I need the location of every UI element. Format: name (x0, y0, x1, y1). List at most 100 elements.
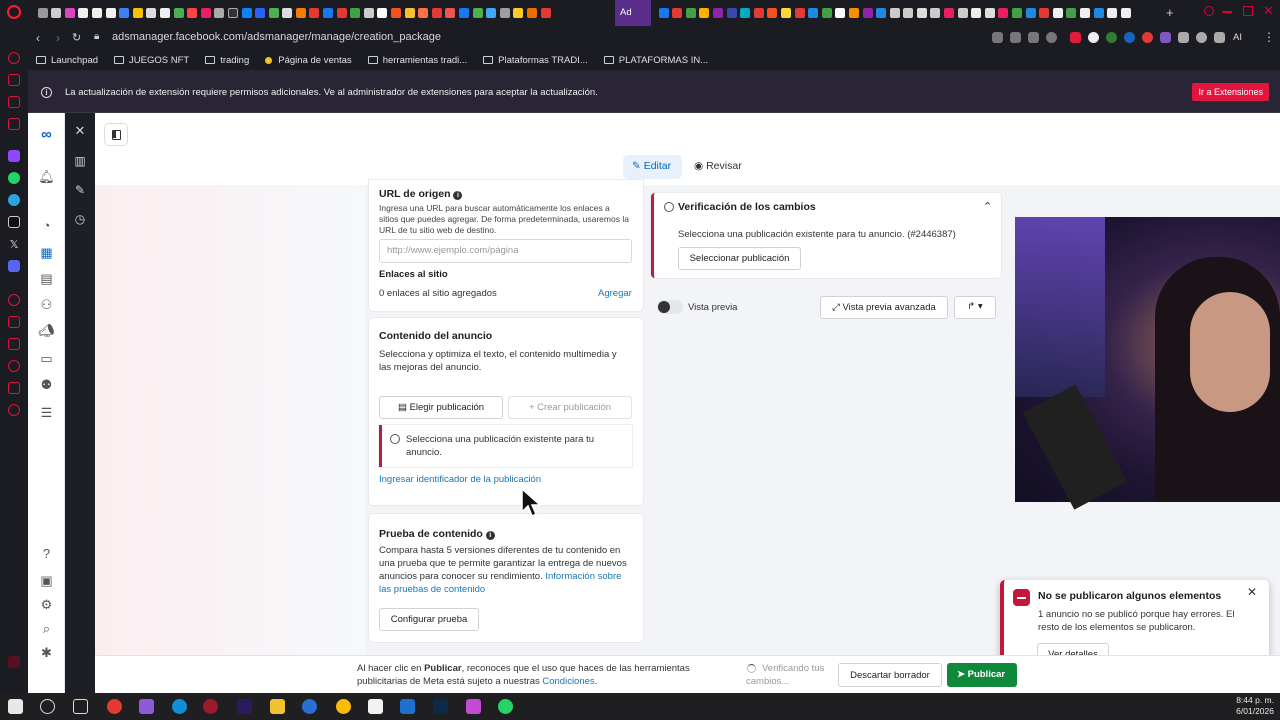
premiere-icon[interactable] (237, 699, 252, 714)
windows-start-icon[interactable] (8, 699, 23, 714)
search-tabs-icon[interactable] (1204, 6, 1214, 16)
tab-icon[interactable] (903, 8, 914, 18)
chrome-icon[interactable] (336, 699, 351, 714)
tab-icon[interactable] (712, 8, 723, 18)
tab-icon[interactable] (821, 8, 832, 18)
maximize-icon[interactable] (1243, 6, 1253, 16)
sidebar-app-icon[interactable] (8, 656, 20, 668)
tab-icon[interactable] (658, 8, 669, 18)
info-icon[interactable]: i (453, 191, 463, 200)
tab-icon[interactable] (404, 8, 415, 18)
back-icon[interactable]: ‹ (36, 31, 40, 45)
tab-icon[interactable] (876, 8, 887, 18)
whatsapp-icon[interactable] (8, 172, 20, 184)
edge-icon[interactable] (172, 699, 187, 714)
file-explorer-icon[interactable] (270, 699, 285, 714)
history-icon[interactable]: ◷ (65, 212, 95, 226)
tab-icon[interactable] (37, 8, 48, 18)
profile-icon[interactable] (1196, 32, 1207, 43)
active-tab[interactable]: Ad (615, 0, 651, 26)
tab-icon[interactable] (889, 8, 900, 18)
tab-icon[interactable] (1093, 8, 1104, 18)
tab-icon[interactable] (391, 8, 402, 18)
tab-icon[interactable] (1012, 8, 1023, 18)
pencil-icon[interactable]: ✎ (65, 183, 95, 197)
x-icon[interactable]: 𝕏 (8, 238, 20, 251)
tab-icon[interactable] (445, 8, 456, 18)
advanced-preview-button[interactable]: ⤢ Vista previa avanzada (820, 296, 948, 319)
news-icon[interactable]: ▣ (28, 573, 65, 589)
configure-test-button[interactable]: Configurar prueba (379, 608, 479, 631)
url-field[interactable]: adsmanager.facebook.com/adsmanager/manag… (112, 31, 441, 43)
close-window-icon[interactable]: ✕ (1263, 3, 1274, 19)
sidebar-app-icon[interactable] (8, 118, 20, 130)
discard-draft-button[interactable]: Descartar borrador (838, 663, 942, 687)
enter-post-id-link[interactable]: Ingresar identificador de la publicación (379, 473, 541, 486)
mail-icon[interactable] (400, 699, 415, 714)
extension-icon[interactable] (1106, 32, 1117, 43)
create-post-button[interactable]: + Crear publicación (508, 396, 632, 419)
terms-link[interactable]: Condiciones (542, 676, 594, 687)
tab-icon[interactable] (146, 8, 157, 18)
history-icon[interactable] (8, 360, 20, 372)
forward-icon[interactable]: › (56, 31, 60, 45)
bell-icon[interactable]: 🔔︎ (28, 169, 65, 185)
tab-icon[interactable] (91, 8, 102, 18)
sidebar-app-icon[interactable] (8, 96, 20, 108)
preview-toggle[interactable] (657, 300, 683, 314)
meta-logo-icon[interactable]: ∞ (28, 126, 65, 143)
tab-icon[interactable] (794, 8, 805, 18)
extension-icon[interactable] (1142, 32, 1153, 43)
extension-icon[interactable] (1088, 32, 1099, 43)
tab-icon[interactable] (472, 8, 483, 18)
tab-icon[interactable] (418, 8, 429, 18)
tab-icon[interactable] (214, 8, 225, 18)
bookmark-item[interactable]: trading (205, 55, 249, 66)
tab-icon[interactable] (862, 8, 873, 18)
tab-icon[interactable] (363, 8, 374, 18)
go-to-extensions-button[interactable]: Ir a Extensiones (1192, 83, 1269, 101)
tab-icon[interactable] (132, 8, 143, 18)
tab-icon[interactable] (740, 8, 751, 18)
tab-review[interactable]: ◉ Revisar (694, 160, 742, 172)
reports-icon[interactable]: ▤ (28, 271, 65, 287)
tiktok-icon[interactable] (8, 216, 20, 228)
tab-icon[interactable] (241, 8, 252, 18)
tab-icon[interactable] (350, 8, 361, 18)
new-tab-icon[interactable]: + (1166, 5, 1174, 20)
megaphone-icon[interactable]: 📣︎ (28, 323, 65, 339)
tab-icon[interactable] (835, 8, 846, 18)
tab-icon[interactable] (255, 8, 266, 18)
tab-icon[interactable] (513, 8, 524, 18)
extension-icon[interactable] (1070, 32, 1081, 43)
tab-icon[interactable] (51, 8, 62, 18)
settings-icon[interactable] (8, 404, 20, 416)
tab-icon[interactable] (930, 8, 941, 18)
app-icon[interactable] (139, 699, 154, 714)
dashboard-icon[interactable]: ◔ (28, 218, 65, 233)
tab-icon[interactable] (227, 8, 238, 18)
twitch-icon[interactable] (8, 150, 20, 162)
chart-icon[interactable]: ▥ (65, 154, 95, 168)
tab-icon[interactable] (1025, 8, 1036, 18)
close-editor-icon[interactable]: ✕ (65, 123, 95, 139)
tab-icon[interactable] (1107, 8, 1118, 18)
tab-icon[interactable] (295, 8, 306, 18)
tab-icon[interactable] (1052, 8, 1063, 18)
bug-icon[interactable]: ✱ (28, 645, 65, 661)
photoshop-icon[interactable] (433, 699, 448, 714)
tab-icon[interactable] (1039, 8, 1050, 18)
tab-icon[interactable] (173, 8, 184, 18)
bookmark-icon[interactable] (992, 32, 1003, 43)
billing-icon[interactable]: ▭ (28, 351, 65, 367)
tab-icon[interactable] (377, 8, 388, 18)
tab-icon[interactable] (808, 8, 819, 18)
tab-edit[interactable]: ✎ Editar (623, 155, 682, 179)
screenshot-icon[interactable] (1010, 32, 1021, 43)
info-icon[interactable]: i (485, 531, 495, 540)
tab-icon[interactable] (957, 8, 968, 18)
tab-icon[interactable] (767, 8, 778, 18)
app-icon[interactable] (466, 699, 481, 714)
publish-button[interactable]: ➤ Publicar (947, 663, 1017, 687)
bookmark-item[interactable]: PLATAFORMAS IN... (603, 55, 708, 66)
